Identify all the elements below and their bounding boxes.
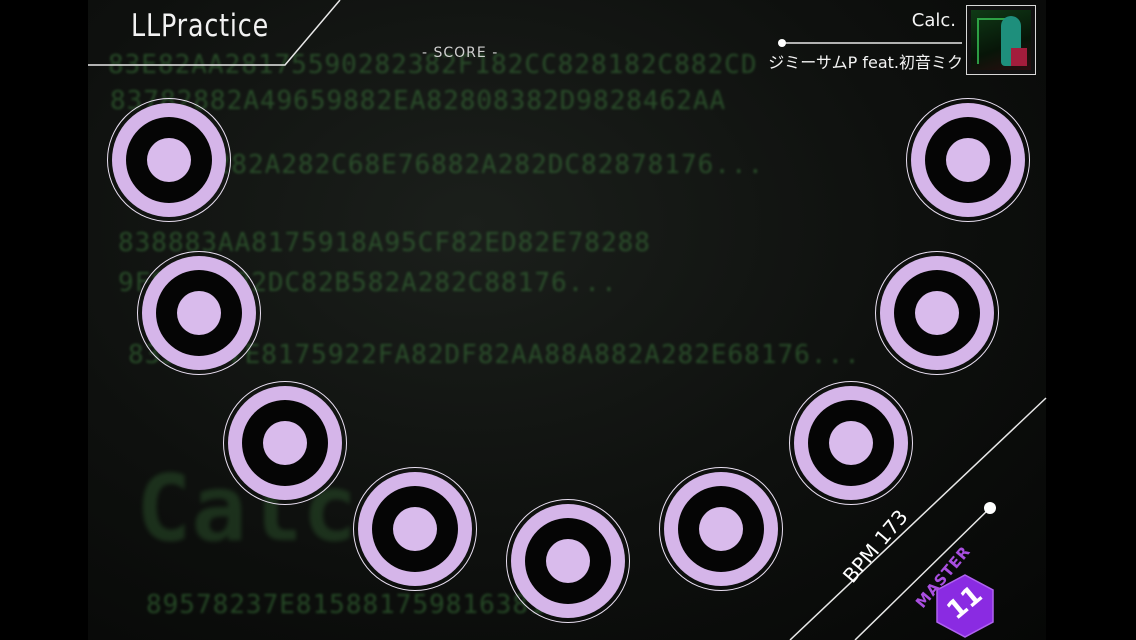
tap-button-5[interactable] xyxy=(506,499,630,623)
tap-button-2[interactable] xyxy=(137,251,261,375)
tap-button-1[interactable] xyxy=(107,98,231,222)
game-screen: 83E82AA28175590282382F182CC828182C882CD … xyxy=(0,0,1136,640)
tap-button-8[interactable] xyxy=(875,251,999,375)
tap-button-7[interactable] xyxy=(789,381,913,505)
tap-button-6[interactable] xyxy=(659,467,783,591)
song-artist: ジミーサムP feat.初音ミク xyxy=(768,53,963,72)
score-label: - SCORE - xyxy=(422,45,499,61)
tap-button-9[interactable] xyxy=(906,98,1030,222)
song-title: Calc. xyxy=(911,10,956,31)
tap-button-4[interactable] xyxy=(353,467,477,591)
song-jacket-image xyxy=(966,5,1036,75)
tap-button-3[interactable] xyxy=(223,381,347,505)
app-title: LLPractice xyxy=(131,8,270,44)
